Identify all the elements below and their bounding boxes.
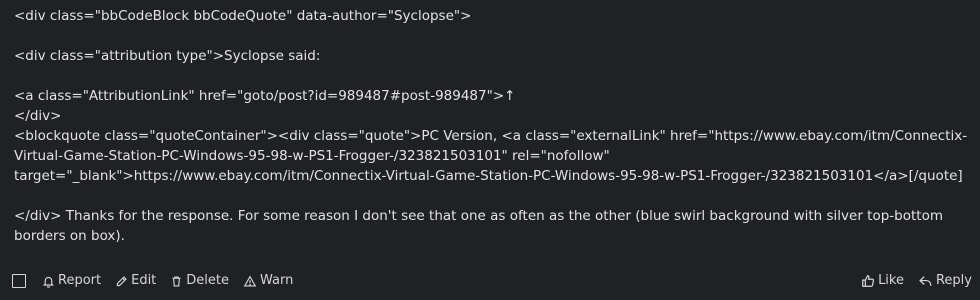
trash-icon [172,275,181,287]
delete-label: Delete [186,273,230,288]
bell-icon [42,276,55,288]
post-line: <blockquote class="quoteContainer"><div … [14,128,968,184]
post-line: </div> [14,108,62,124]
post-line: <a class="AttributionLink" href="goto/po… [14,88,516,104]
like-button[interactable]: Like [861,271,904,291]
post-body: <div class="bbCodeBlock bbCodeQuote" dat… [14,6,972,246]
edit-button[interactable]: Edit [115,271,156,291]
report-label: Report [58,273,102,288]
warning-triangle-icon [243,274,257,287]
reply-arrow-icon [919,276,932,286]
reply-button[interactable]: Reply [918,271,972,291]
post-line: </div> Thanks for the response. For some… [14,208,948,244]
post-line: <div class="attribution type">Syclopse s… [14,48,321,64]
select-checkbox[interactable] [12,274,26,288]
like-label: Like [878,273,904,288]
edit-label: Edit [131,273,157,288]
post-action-bar: Report Edit Delete Warn Like Reply [0,268,980,294]
warn-label: Warn [260,273,294,288]
warn-button[interactable]: Warn [243,271,293,291]
post-actions-left: Report Edit Delete Warn [12,268,293,294]
delete-button[interactable]: Delete [170,271,229,291]
pencil-icon [116,275,127,286]
thumbs-up-icon [862,275,875,287]
post-actions-right: Like Reply [861,268,972,294]
reply-label: Reply [935,273,972,288]
post-line: <div class="bbCodeBlock bbCodeQuote" dat… [14,8,472,24]
report-button[interactable]: Report [42,271,101,291]
